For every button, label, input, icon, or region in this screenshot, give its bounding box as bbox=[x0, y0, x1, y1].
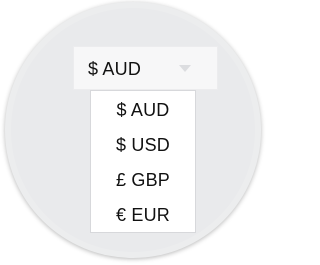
selected-currency: $ AUD bbox=[88, 59, 142, 79]
chevron-down-icon[interactable] bbox=[179, 65, 191, 72]
currency-option-gbp[interactable]: £ GBP bbox=[91, 164, 195, 197]
currency-option-eur[interactable]: € EUR bbox=[91, 199, 195, 232]
currency-select[interactable]: $ AUD bbox=[73, 46, 218, 90]
circular-frame: $ AUD $ AUD $ USD £ GBP € EUR bbox=[5, 2, 261, 258]
currency-option-aud[interactable]: $ AUD bbox=[91, 94, 195, 127]
currency-option-usd[interactable]: $ USD bbox=[91, 129, 195, 162]
currency-dropdown-menu: $ AUD $ USD £ GBP € EUR bbox=[90, 90, 196, 233]
